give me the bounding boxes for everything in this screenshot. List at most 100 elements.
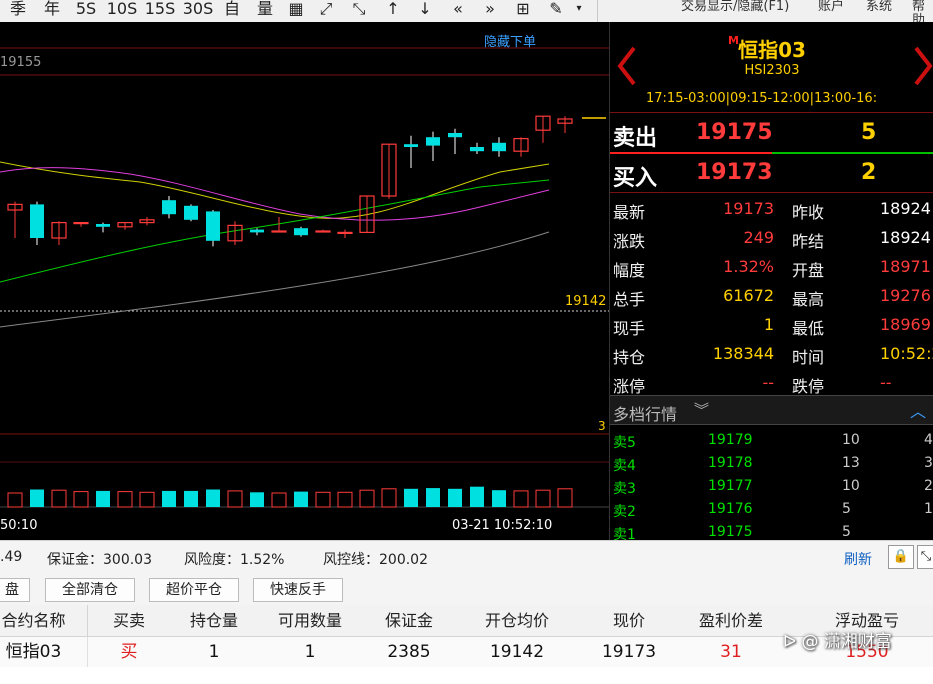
- column-header[interactable]: 现价: [578, 605, 681, 637]
- account-menu[interactable]: 账户: [818, 0, 844, 22]
- quote-row: 持仓 138344 时间 10:52:23: [610, 339, 933, 368]
- volume-bar: [139, 491, 155, 508]
- column-header[interactable]: 买卖: [88, 605, 171, 637]
- hide-orders-link[interactable]: 隐藏下单: [484, 31, 536, 50]
- buy-price[interactable]: 19173: [696, 160, 773, 185]
- quote-label: 时间: [792, 348, 825, 367]
- volume-bar: [359, 489, 375, 508]
- sell-bar: [610, 152, 772, 154]
- period-10s-button[interactable]: 10S: [105, 0, 139, 22]
- risk-text: 风险度：1.52%: [184, 552, 285, 568]
- candle-up: [337, 231, 353, 234]
- period-custom-button[interactable]: 自: [219, 0, 245, 22]
- arrow-up-icon[interactable]: ↑: [381, 0, 405, 22]
- period-season-button[interactable]: 季: [4, 0, 32, 22]
- scroll-right-icon[interactable]: »: [478, 0, 502, 22]
- close-all-button[interactable]: 全部清仓: [45, 578, 135, 602]
- volume-bars: [7, 486, 573, 508]
- collapse-up-icon[interactable]: ︿: [910, 398, 926, 422]
- depth-volume: 13: [842, 455, 860, 471]
- account-partial-value: .49: [0, 549, 23, 565]
- quote-value: 19173: [723, 199, 774, 218]
- period-15s-button[interactable]: 15S: [143, 0, 177, 22]
- table-cell: 1: [170, 637, 259, 667]
- expand-depth-icon[interactable]: ︾: [694, 399, 709, 420]
- column-header[interactable]: 开仓均价: [456, 605, 579, 637]
- quote-label: 总手: [613, 290, 646, 309]
- depth-row[interactable]: 卖5 19179 10 4: [610, 430, 933, 453]
- volume-bar: [470, 486, 484, 507]
- depth-label: 卖3: [613, 481, 636, 497]
- depth-row[interactable]: 卖1 19175 5: [610, 522, 933, 540]
- depth-title: 多档行情: [613, 405, 678, 424]
- volume-bar: [315, 491, 331, 508]
- dropdown-caret-icon[interactable]: ▾: [572, 0, 586, 22]
- sell-price[interactable]: 19175: [696, 120, 773, 145]
- volume-bar: [426, 488, 440, 507]
- refresh-button[interactable]: 刷新: [844, 549, 872, 569]
- candle-down: [30, 204, 44, 238]
- layout-icon[interactable]: ⊞: [511, 0, 535, 22]
- zoom-out-icon[interactable]: ⤡: [347, 0, 371, 22]
- quote-label: 最新: [613, 203, 646, 222]
- table-cell: 19142: [456, 637, 579, 667]
- candle-down: [96, 224, 110, 227]
- quote-label: 跌停: [792, 377, 825, 396]
- lock-icon[interactable]: 🔒: [888, 545, 914, 569]
- draw-pen-icon[interactable]: ✎: [544, 0, 568, 22]
- column-header[interactable]: 盈利价差: [680, 605, 783, 637]
- quote-label: 涨跌: [613, 232, 646, 251]
- over-price-close-button[interactable]: 超价平仓: [149, 578, 239, 602]
- column-header[interactable]: 持仓量: [170, 605, 259, 637]
- indicator-icon[interactable]: ▦: [284, 0, 308, 22]
- quote-row: 涨跌 249 昨结 18924: [610, 223, 933, 252]
- volume-bar: [492, 490, 506, 507]
- quote-row: 总手 61672 最高 19276: [610, 281, 933, 310]
- quote-value: 249: [743, 228, 774, 247]
- depth-row[interactable]: 卖4 19178 13 3: [610, 453, 933, 476]
- volume-bar: [7, 492, 23, 508]
- column-header[interactable]: 可用数量: [258, 605, 363, 637]
- volume-bar: [381, 488, 397, 508]
- column-header[interactable]: 合约名称: [0, 605, 88, 637]
- period-30s-button[interactable]: 30S: [181, 0, 215, 22]
- scroll-left-icon[interactable]: «: [446, 0, 470, 22]
- zoom-in-icon[interactable]: ⤢: [314, 0, 338, 22]
- help-menu[interactable]: 帮助: [912, 0, 933, 28]
- quote-value: 138344: [712, 344, 774, 363]
- system-menu[interactable]: 系统: [866, 0, 892, 22]
- table-cell: 恒指03: [0, 637, 88, 667]
- trading-sessions: 17:15-03:00|09:15-12:00|13:00-16:: [646, 91, 878, 106]
- volume-button[interactable]: 量: [252, 0, 278, 22]
- panel-divider: [610, 192, 933, 193]
- kline-chart-area[interactable]: 隐藏下单 19155 19142 3 50:10 03-21 10:52:10: [0, 22, 609, 540]
- quote-label: 涨停: [613, 377, 646, 396]
- table-cell: 买: [88, 637, 171, 667]
- period-year-button[interactable]: 年: [38, 0, 66, 22]
- depth-row[interactable]: 卖3 19177 10 2: [610, 476, 933, 499]
- positions-table: 合约名称 买卖 持仓量 可用数量 保证金 开仓均价 现价 盈利价差 浮动盈亏 恒指03 买 1 1 23…: [0, 605, 933, 684]
- position-tab[interactable]: 盘: [0, 578, 30, 602]
- candle-down: [294, 228, 308, 236]
- toggle-trade-display-menu[interactable]: 交易显示/隐藏(F1): [681, 0, 789, 22]
- kline-chart[interactable]: [0, 22, 609, 540]
- expand-icon[interactable]: ⤡: [917, 545, 933, 569]
- period-5s-button[interactable]: 5S: [72, 0, 100, 22]
- volume-bar: [448, 488, 462, 507]
- toolbar-divider: [597, 0, 598, 22]
- depth-price: 19176: [708, 501, 753, 517]
- volume-bar: [73, 491, 89, 508]
- arrow-down-icon[interactable]: ↓: [413, 0, 437, 22]
- quick-reverse-button[interactable]: 快速反手: [253, 578, 343, 602]
- quote-label: 昨结: [792, 232, 825, 251]
- symbol-code: HSI2303: [744, 63, 800, 78]
- depth-header[interactable]: 多档行情 ︾ ︿: [610, 395, 933, 425]
- table-cell: 31: [680, 637, 783, 667]
- candlesticks: [7, 115, 573, 247]
- volume-bar: [250, 492, 264, 507]
- table-cell: 1: [258, 637, 363, 667]
- column-header[interactable]: 保证金: [362, 605, 457, 637]
- depth-row[interactable]: 卖2 19176 5 1: [610, 499, 933, 522]
- candle-down: [492, 142, 506, 152]
- depth-extra: 4: [924, 432, 933, 448]
